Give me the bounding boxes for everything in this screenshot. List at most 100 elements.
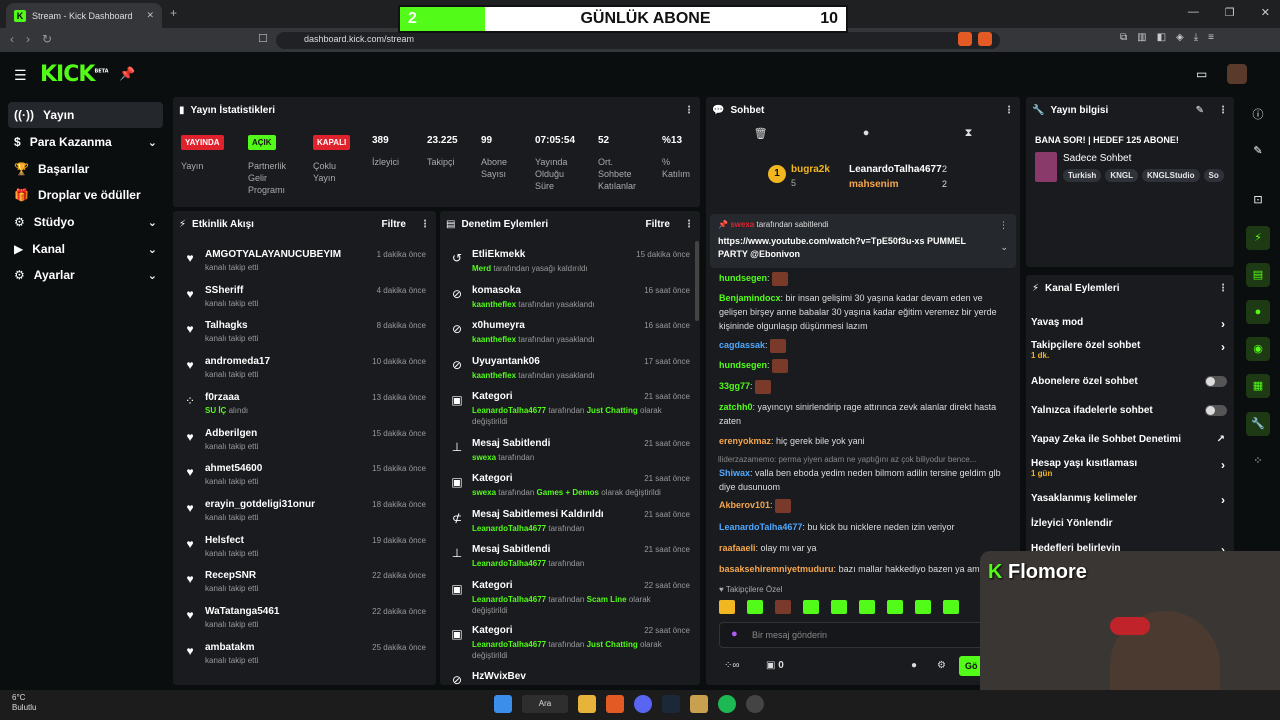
list-item[interactable]: ♥ WaTatanga5461 kanalı takip etti 22 dakika… [173, 604, 436, 640]
sidebar-toggle-icon[interactable]: ▥ [1137, 32, 1146, 43]
chat-input[interactable]: Bir mesaj gönderin [719, 622, 1009, 648]
channel-action-item[interactable]: Yasaklanmış kelimeler › [1031, 493, 1231, 507]
user-name[interactable]: Helsfect [205, 535, 244, 546]
tag[interactable]: KNGLStudio [1141, 169, 1200, 182]
actor-name[interactable]: LeanardoTalha4677 [472, 406, 546, 415]
chat-username[interactable]: 33gg77 [719, 381, 750, 391]
list-item[interactable]: ▣ Kategori LeanardoTalha4677 tarafından Ju… [440, 389, 700, 434]
user-name[interactable]: WaTatanga5461 [205, 606, 279, 617]
filter-button[interactable]: Filtre [382, 219, 406, 230]
vpn-icon[interactable]: ◈ [1176, 32, 1184, 43]
list-item[interactable]: ♥ Adberilgen kanalı takip etti 15 dakika ön… [173, 426, 436, 462]
user-name[interactable]: SSheriff [205, 285, 243, 296]
list-item[interactable]: ♥ erayin_gotdeligi31onur kanalı takip etti… [173, 497, 436, 533]
emote-icon[interactable] [943, 600, 959, 614]
bolt-rail-icon[interactable]: ⚡ [1246, 226, 1270, 250]
user-name[interactable]: Talhagks [205, 320, 248, 331]
user-name[interactable]: Adberilgen [205, 428, 257, 439]
hamburger-menu-icon[interactable]: ☰ [14, 67, 27, 84]
chat-username[interactable]: raafaaeli [719, 543, 756, 553]
sidebar-item-para-kazanma[interactable]: $ Para Kazanma ⌄ [8, 129, 163, 155]
emote-icon[interactable] [747, 600, 763, 614]
channel-action-item[interactable]: Takipçilere özel sohbet 1 dk. › [1031, 340, 1231, 360]
windows-start-icon[interactable] [494, 695, 512, 713]
list-item[interactable]: ⊘ Uyuyantank06 kaantheflex tarafından yasa… [440, 354, 700, 390]
actor-name[interactable]: Merd [472, 264, 491, 273]
url-field[interactable]: dashboard.kick.com/stream [276, 32, 1000, 49]
browser-menu-icon[interactable]: ≡ [1208, 32, 1214, 43]
theater-icon[interactable]: ▭ [1196, 67, 1207, 81]
chest-icon[interactable]: ▣ 0 [766, 660, 784, 671]
emote-icon[interactable] [915, 600, 931, 614]
layout-rail-icon[interactable]: ▦ [1246, 374, 1270, 398]
chat-username[interactable]: cagdassak [719, 340, 765, 350]
more-icon[interactable]: ⋮ [999, 220, 1008, 231]
chat-username[interactable]: erenyokmaz [719, 436, 771, 446]
kick-logo[interactable]: KICKBETA [40, 62, 109, 87]
new-tab-icon[interactable]: + [170, 6, 177, 20]
spotify-icon[interactable] [718, 695, 736, 713]
broadcast-rail-icon[interactable]: ◉ [1246, 337, 1270, 361]
actor-name[interactable]: swexa [472, 488, 496, 497]
filter-button[interactable]: Filtre [646, 219, 670, 230]
list-item[interactable]: ⁘ f0rzaaa SU İÇ alındı 13 dakika önce [173, 390, 436, 426]
chat-bubble-icon[interactable]: ● [911, 660, 917, 671]
tag[interactable]: Turkish [1063, 169, 1102, 182]
user-name[interactable]: AMGOTYALAYANUCUBEYIM [205, 249, 341, 260]
user-name[interactable]: erayin_gotdeligi31onur [205, 499, 315, 510]
chat-rail-icon[interactable]: ● [1246, 300, 1270, 324]
sidebar-item-ayarlar[interactable]: ⚙ Ayarlar ⌄ [8, 262, 163, 288]
obs-icon[interactable] [746, 695, 764, 713]
file-explorer-icon[interactable] [578, 695, 596, 713]
list-item[interactable]: ⊘ x0humeyra kaantheflex tarafından yasakla… [440, 318, 700, 354]
edit-icon[interactable]: ✎ [1196, 105, 1204, 116]
more-icon[interactable]: ⋮ [1004, 105, 1014, 116]
list-item[interactable]: ♥ Talhagks kanalı takip etti 8 dakika önce [173, 318, 436, 354]
minimize-icon[interactable]: — [1188, 6, 1199, 19]
user-name[interactable]: RecepSNR [205, 570, 256, 581]
list-item[interactable]: ♥ SSheriff kanalı takip etti 4 dakika önce [173, 283, 436, 319]
channel-action-item[interactable]: Hesap yaşı kısıtlaması 1 gün › [1031, 458, 1231, 478]
list-item[interactable]: ♥ ahmet54600 kanalı takip etti 15 dakika ön… [173, 461, 436, 497]
toggle-switch[interactable] [1205, 405, 1227, 416]
list-item[interactable]: ↺ EtliEkmekk Merd tarafından yasağı kaldır… [440, 247, 700, 283]
steam-icon[interactable] [662, 695, 680, 713]
extensions-icon[interactable]: ⧉ [1120, 32, 1127, 43]
list-item[interactable]: ▣ Kategori LeanardoTalha4677 tarafından Sc… [440, 578, 700, 623]
sidebar-item-droplar[interactable]: 🎁 Droplar ve ödüller [8, 182, 163, 208]
browser-tab[interactable]: K Stream - Kick Dashboard ✕ [6, 3, 162, 28]
chat-username[interactable]: Shiwax [719, 468, 750, 478]
emote-icon[interactable] [859, 600, 875, 614]
sidebar-item-basarilar[interactable]: 🏆 Başarılar [8, 156, 163, 182]
tab-close-icon[interactable]: ✕ [146, 10, 154, 21]
chevron-down-icon[interactable]: ⌄ [1000, 242, 1008, 253]
wrench-rail-icon[interactable]: 🔧 [1246, 412, 1270, 436]
more-icon[interactable]: ⋮ [684, 219, 694, 230]
actor-name[interactable]: kaantheflex [472, 335, 516, 344]
channel-action-item[interactable]: Yapay Zeka ile Sohbet Denetimi ↗ [1031, 434, 1231, 445]
forward-icon[interactable]: › [26, 32, 30, 46]
list-item[interactable]: ♥ andromeda17 kanalı takip etti 10 dakika ö… [173, 354, 436, 390]
pin-icon[interactable]: 📌 [119, 66, 135, 82]
actor-name[interactable]: swexa [472, 453, 496, 462]
reload-icon[interactable]: ↻ [42, 32, 52, 46]
channel-action-item[interactable]: Yavaş mod › [1031, 317, 1231, 331]
chat-username[interactable]: hundsegen [719, 273, 767, 283]
taskbar-search[interactable]: Ara [522, 695, 568, 713]
list-item[interactable]: ♥ RecepSNR kanalı takip etti 22 dakika önce [173, 568, 436, 604]
discord-icon[interactable] [634, 695, 652, 713]
tag[interactable]: KNGL [1105, 169, 1138, 182]
list-item[interactable]: ⊘ HzWvixBev [440, 669, 700, 685]
user-name[interactable]: ambatakm [205, 642, 254, 653]
info-icon[interactable]: ⓘ [1246, 103, 1270, 127]
more-icon[interactable]: ⋮ [1218, 283, 1228, 294]
actor-name[interactable]: LeanardoTalha4677 [472, 559, 546, 568]
list-item[interactable]: ⊥ Mesaj Sabitlendi swexa tarafından 21 saat… [440, 436, 700, 472]
chat-username[interactable]: basaksehiremniyetmuduru [719, 564, 834, 574]
document-rail-icon[interactable]: ▤ [1246, 263, 1270, 287]
emote-icon[interactable] [719, 600, 735, 614]
app-icon[interactable] [690, 695, 708, 713]
focus-icon[interactable]: ⊡ [1246, 188, 1270, 212]
list-item[interactable]: ⊄ Mesaj Sabitlemesi Kaldırıldı LeanardoTal… [440, 507, 700, 543]
sidebar-item-kanal[interactable]: ▶ Kanal ⌄ [8, 236, 163, 262]
